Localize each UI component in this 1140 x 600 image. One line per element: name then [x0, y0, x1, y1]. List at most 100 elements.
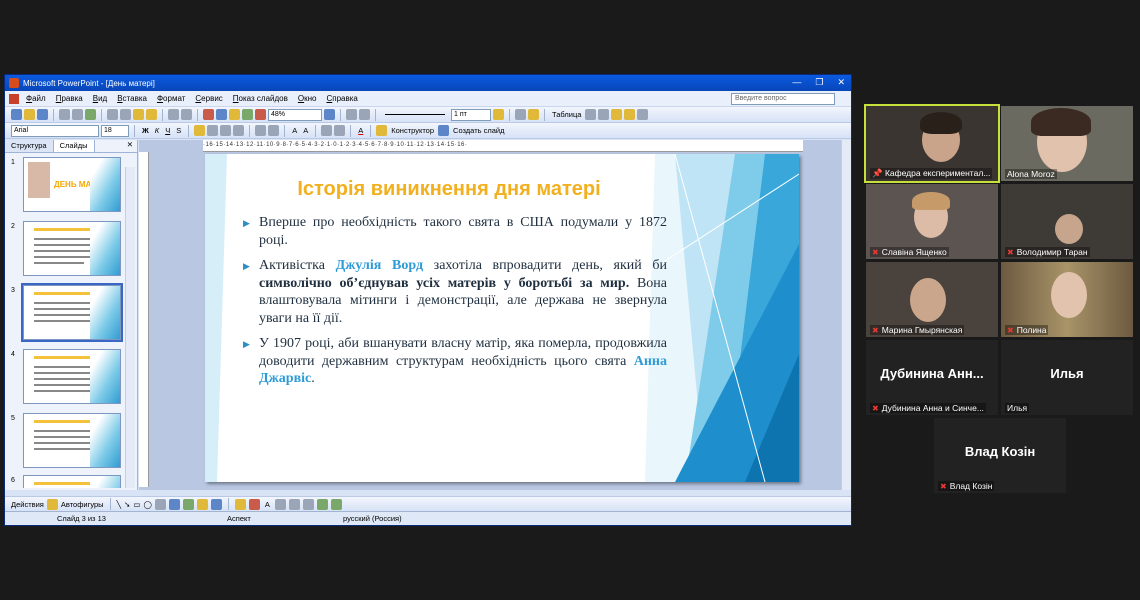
pen-icon[interactable] [493, 109, 504, 120]
arrow-icon[interactable]: ➘ [124, 500, 130, 509]
slides-panel-scrollbar[interactable] [125, 167, 135, 488]
menu-slideshow[interactable]: Показ слайдов [228, 94, 293, 103]
table-icon[interactable] [216, 109, 227, 120]
new-slide-button[interactable]: Создать слайд [451, 126, 506, 135]
color-icon[interactable] [255, 109, 266, 120]
picture-icon[interactable] [210, 498, 222, 510]
wordart-icon[interactable] [168, 498, 180, 510]
menu-window[interactable]: Окно [293, 94, 322, 103]
slide-thumbnail-1[interactable]: 1 ДЕНЬ МАТЕРІ [9, 157, 121, 213]
line-weight-icon[interactable] [274, 498, 286, 510]
decrease-indent-icon[interactable] [321, 125, 333, 136]
menu-insert[interactable]: Вставка [112, 94, 152, 103]
bold-icon[interactable]: Ж [140, 126, 151, 135]
slide-design-icon[interactable] [359, 109, 370, 120]
cut-icon[interactable] [107, 109, 118, 120]
help-search-input[interactable]: Введите вопрос [731, 93, 835, 105]
tab-outline[interactable]: Структура [5, 140, 54, 152]
dash-style-icon[interactable] [288, 498, 300, 510]
slide-thumbnail-2[interactable]: 2 [9, 221, 121, 277]
participant-tile-1[interactable]: 📌 Кафедра експериментал... [864, 104, 1000, 183]
paste-icon[interactable] [133, 109, 144, 120]
slide-thumbnail-6[interactable]: 6 [9, 475, 121, 488]
save-icon[interactable] [37, 109, 48, 120]
maximize-icon[interactable]: ❐ [815, 77, 823, 88]
table-tool-3-icon[interactable] [611, 109, 623, 120]
preview-icon[interactable] [72, 109, 83, 120]
participant-tile-2[interactable]: Alona Moroz [1001, 106, 1133, 181]
line-weight-select[interactable]: 1 пт [451, 108, 491, 121]
line-color-icon[interactable] [248, 498, 260, 510]
slide-layout-icon[interactable] [346, 109, 357, 120]
undo-icon[interactable] [168, 109, 179, 120]
align-justify-icon[interactable] [233, 125, 245, 136]
table-menu-button[interactable]: Таблица [550, 110, 583, 119]
oval-icon[interactable]: ◯ [143, 500, 151, 509]
menu-edit[interactable]: Правка [51, 94, 88, 103]
zoom-select[interactable]: 48% [268, 108, 322, 121]
new-slide-icon[interactable] [438, 125, 450, 136]
increase-font-icon[interactable]: A [290, 126, 299, 135]
slide-area-scrollbar[interactable] [841, 140, 851, 490]
print-icon[interactable] [59, 109, 70, 120]
font-size-select[interactable]: 18 [101, 124, 129, 137]
menu-tools[interactable]: Сервис [190, 94, 227, 103]
diagram-icon[interactable] [182, 498, 194, 510]
textbox-icon[interactable] [154, 498, 166, 510]
slide-thumbnail-4[interactable]: 4 [9, 349, 121, 405]
participant-tile-9[interactable]: Влад Козін ✖ Влад Козін [934, 418, 1066, 493]
increase-indent-icon[interactable] [334, 125, 346, 136]
menu-view[interactable]: Вид [88, 94, 112, 103]
chart-icon[interactable] [203, 109, 214, 120]
constructor-button[interactable]: Конструктор [389, 126, 436, 135]
spelling-icon[interactable] [85, 109, 96, 120]
minimize-icon[interactable]: — [792, 77, 801, 88]
design-icon[interactable] [376, 125, 388, 136]
grid-icon[interactable] [242, 109, 253, 120]
font-color-icon[interactable]: A [356, 126, 365, 135]
numbered-list-icon[interactable] [255, 125, 267, 136]
3d-style-icon[interactable] [330, 498, 342, 510]
select-objects-icon[interactable] [46, 498, 58, 510]
slide-body[interactable]: Вперше про необхідність такого свята в С… [243, 214, 667, 396]
line-style-icon[interactable] [385, 114, 445, 115]
align-center-icon[interactable] [207, 125, 219, 136]
tab-slides[interactable]: Слайды [53, 140, 95, 152]
line-icon[interactable]: ╲ [117, 500, 122, 509]
table-tool-1-icon[interactable] [585, 109, 597, 120]
slide-thumbnail-5[interactable]: 5 [9, 413, 121, 469]
font-name-select[interactable]: Arial [11, 124, 99, 137]
rectangle-icon[interactable]: ▭ [133, 500, 140, 509]
shadow-icon[interactable]: S [174, 126, 183, 135]
participant-tile-6[interactable]: ✖ Полина [1001, 262, 1133, 337]
slide-thumbnail-3[interactable]: 3 [9, 283, 123, 342]
table-tool-4-icon[interactable] [624, 109, 636, 120]
arrow-style-icon[interactable] [302, 498, 314, 510]
italic-icon[interactable]: К [153, 126, 161, 135]
insert-picture-icon[interactable] [229, 109, 240, 120]
align-left-icon[interactable] [194, 125, 206, 136]
menu-format[interactable]: Формат [152, 94, 190, 103]
menu-file[interactable]: Файл [21, 94, 51, 103]
fill-color-icon[interactable] [234, 498, 246, 510]
autoshapes-button[interactable]: Автофигуры [61, 500, 104, 509]
menu-help[interactable]: Справка [321, 94, 362, 103]
table-tool-2-icon[interactable] [598, 109, 610, 120]
participant-tile-5[interactable]: ✖ Марина Гмырянская [866, 262, 998, 337]
new-icon[interactable] [11, 109, 22, 120]
actions-button[interactable]: Действия [11, 500, 44, 509]
participant-tile-8[interactable]: Илья Илья [1001, 340, 1133, 415]
help-icon[interactable] [324, 109, 335, 120]
text-color-icon[interactable]: A [263, 500, 272, 509]
underline-icon[interactable]: Ч [163, 126, 172, 135]
redo-icon[interactable] [181, 109, 192, 120]
open-icon[interactable] [24, 109, 35, 120]
bullet-list-icon[interactable] [268, 125, 280, 136]
clipart-icon[interactable] [196, 498, 208, 510]
slide-title[interactable]: Історія виникнення дня матері [277, 178, 621, 201]
format-painter-icon[interactable] [146, 109, 157, 120]
participant-tile-4[interactable]: ✖ Володимир Таран [1001, 184, 1133, 259]
panel-close-icon[interactable]: ✕ [123, 140, 137, 152]
close-icon[interactable]: ✕ [837, 77, 845, 88]
current-slide[interactable]: Історія виникнення дня матері Вперше про… [205, 154, 799, 482]
